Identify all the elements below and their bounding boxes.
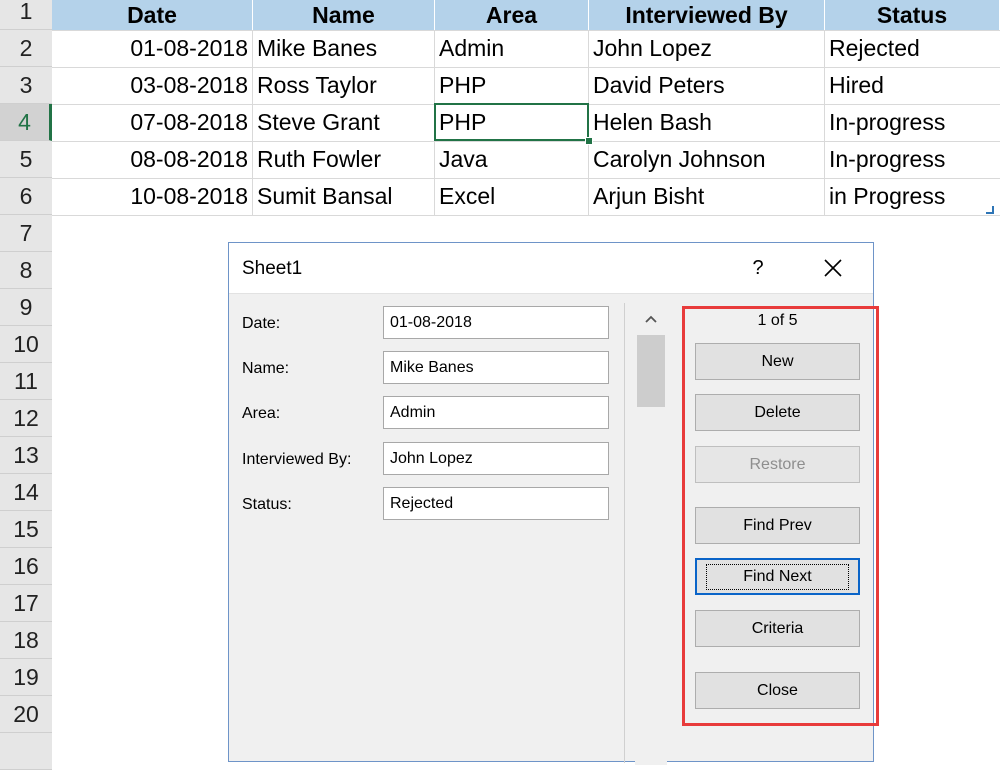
row-number[interactable]: 7: [0, 215, 52, 252]
chevron-up-icon: [645, 315, 657, 323]
name-field[interactable]: [383, 351, 609, 384]
active-cell-border: [434, 103, 589, 141]
table-cell-date[interactable]: 10-08-2018: [52, 178, 253, 215]
row-number[interactable]: 15: [0, 511, 52, 548]
area-field[interactable]: [383, 396, 609, 429]
form-divider: [624, 303, 625, 763]
record-scrollbar[interactable]: [635, 305, 667, 765]
dialog-title: Sheet1: [242, 258, 303, 279]
table-cell-area[interactable]: PHP: [434, 67, 588, 104]
row-number-active[interactable]: 4: [0, 104, 52, 141]
table-cell-status[interactable]: In-progress: [824, 141, 1000, 178]
field-label-area: Area:: [242, 405, 281, 422]
table-cell-status[interactable]: Rejected: [824, 30, 1000, 67]
table-cell-status[interactable]: Hired: [824, 67, 1000, 104]
row-number[interactable]: 18: [0, 622, 52, 659]
table-cell-date[interactable]: 07-08-2018: [52, 104, 253, 141]
highlight-annotation-box: [682, 306, 879, 726]
column-header-area[interactable]: Area: [435, 0, 589, 30]
row-number[interactable]: 16: [0, 548, 52, 585]
field-label-status: Status:: [242, 496, 292, 513]
row-number[interactable]: 9: [0, 289, 52, 326]
row-number[interactable]: 8: [0, 252, 52, 289]
date-field[interactable]: [383, 306, 609, 339]
row-number[interactable]: 2: [0, 30, 52, 67]
dialog-titlebar[interactable]: Sheet1 ?: [229, 243, 873, 293]
row-number[interactable]: 1: [0, 0, 52, 30]
table-resize-handle-icon[interactable]: [986, 206, 994, 214]
table-cell-interviewer[interactable]: Arjun Bisht: [588, 178, 824, 215]
table-cell-interviewer[interactable]: David Peters: [588, 67, 824, 104]
help-button[interactable]: ?: [743, 253, 773, 283]
table-cell-interviewer[interactable]: John Lopez: [588, 30, 824, 67]
column-header-interviewed-by[interactable]: Interviewed By: [589, 0, 825, 30]
row-number[interactable]: 12: [0, 400, 52, 437]
row-number[interactable]: 17: [0, 585, 52, 622]
row-number[interactable]: 11: [0, 363, 52, 400]
row-number[interactable]: 6: [0, 178, 52, 215]
table-cell-area[interactable]: Java: [434, 141, 588, 178]
table-cell-interviewer[interactable]: Carolyn Johnson: [588, 141, 824, 178]
column-header-name[interactable]: Name: [253, 0, 435, 30]
row-number[interactable]: 5: [0, 141, 52, 178]
column-header-date[interactable]: Date: [52, 0, 253, 30]
table-cell-date[interactable]: 03-08-2018: [52, 67, 253, 104]
field-label-date: Date:: [242, 315, 281, 332]
field-label-interviewed-by: Interviewed By:: [242, 451, 352, 468]
row-number[interactable]: 10: [0, 326, 52, 363]
grid-line: [52, 215, 1000, 216]
table-cell-name[interactable]: Steve Grant: [252, 104, 434, 141]
row-number[interactable]: 20: [0, 696, 52, 733]
table-cell-area[interactable]: Excel: [434, 178, 588, 215]
table-cell-name[interactable]: Ross Taylor: [252, 67, 434, 104]
table-cell-status[interactable]: in Progress: [824, 178, 1000, 215]
table-cell-date[interactable]: 01-08-2018: [52, 30, 253, 67]
table-cell-name[interactable]: Mike Banes: [252, 30, 434, 67]
close-icon[interactable]: [817, 253, 849, 283]
scroll-thumb[interactable]: [637, 335, 665, 407]
row-number[interactable]: 3: [0, 67, 52, 104]
table-cell-name[interactable]: Sumit Bansal: [252, 178, 434, 215]
row-number[interactable]: 13: [0, 437, 52, 474]
table-cell-name[interactable]: Ruth Fowler: [252, 141, 434, 178]
table-cell-interviewer[interactable]: Helen Bash: [588, 104, 824, 141]
column-header-status[interactable]: Status: [825, 0, 1000, 30]
row-number[interactable]: [0, 733, 52, 770]
interviewed-by-field[interactable]: [383, 442, 609, 475]
scroll-up-button[interactable]: [635, 305, 667, 333]
table-cell-date[interactable]: 08-08-2018: [52, 141, 253, 178]
row-number[interactable]: 14: [0, 474, 52, 511]
status-field[interactable]: [383, 487, 609, 520]
field-label-name: Name:: [242, 360, 290, 377]
titlebar-divider: [229, 293, 873, 294]
fill-handle[interactable]: [585, 137, 593, 145]
table-cell-area[interactable]: Admin: [434, 30, 588, 67]
row-number[interactable]: 19: [0, 659, 52, 696]
table-cell-status[interactable]: In-progress: [824, 104, 1000, 141]
